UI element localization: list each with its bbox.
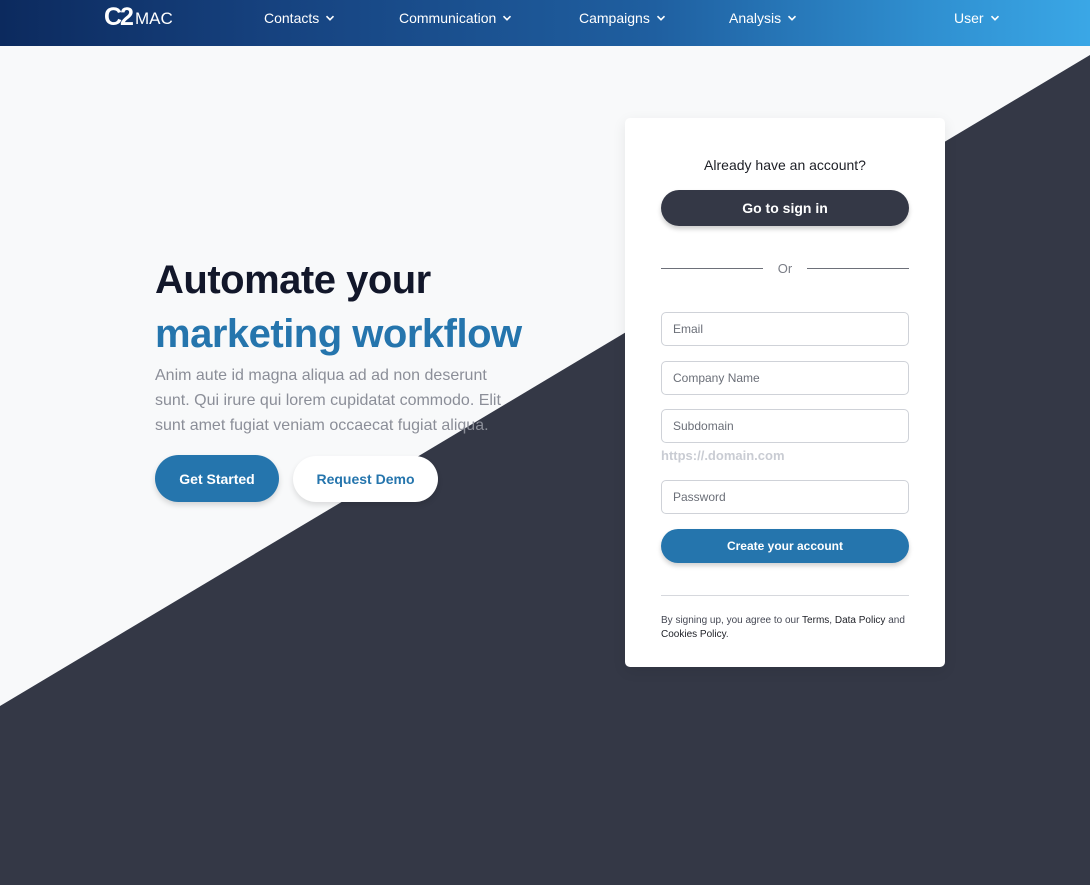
nav-user[interactable]: User: [954, 9, 1000, 27]
terms-link[interactable]: Terms: [802, 615, 829, 626]
nav-communication-label: Communication: [399, 10, 497, 26]
top-navbar: C2 MAC Contacts Communication Campaigns …: [0, 0, 1090, 46]
nav-analysis-label: Analysis: [729, 10, 782, 26]
logo[interactable]: C2 MAC: [104, 3, 173, 31]
logo-text: MAC: [134, 9, 173, 28]
company-name-field[interactable]: [661, 361, 909, 395]
logo-mark: C2: [104, 3, 134, 31]
request-demo-button[interactable]: Request Demo: [293, 456, 438, 502]
password-field[interactable]: [661, 480, 909, 514]
subdomain-field[interactable]: [661, 409, 909, 443]
subdomain-hint: https://.domain.com: [661, 448, 785, 463]
card-divider: [661, 595, 909, 596]
nav-user-label: User: [954, 10, 984, 26]
hero-title-line2: marketing workflow: [155, 312, 522, 356]
hero-lead-text: Anim aute id magna aliqua ad ad non dese…: [155, 367, 501, 434]
hero-title-line1: Automate your: [155, 258, 431, 302]
terms-and: and: [888, 615, 905, 626]
email-field[interactable]: [661, 312, 909, 346]
nav-campaigns[interactable]: Campaigns: [579, 9, 666, 27]
chevron-down-icon: [656, 15, 665, 21]
chevron-down-icon: [788, 15, 797, 21]
chevron-down-icon: [326, 15, 335, 21]
chevron-down-icon: [990, 15, 999, 21]
chevron-down-icon: [503, 15, 512, 21]
nav-contacts[interactable]: Contacts: [264, 9, 335, 27]
go-to-sign-in-button[interactable]: Go to sign in: [661, 190, 909, 226]
terms-prefix: By signing up, you agree to our: [661, 615, 800, 626]
create-account-button[interactable]: Create your account: [661, 529, 909, 563]
or-divider-right: [807, 268, 909, 269]
get-started-button[interactable]: Get Started: [155, 455, 279, 502]
cookies-policy-link[interactable]: Cookies Policy: [661, 629, 726, 640]
data-policy-link[interactable]: Data Policy: [835, 615, 886, 626]
signup-card: Already have an account? Go to sign in O…: [625, 118, 945, 667]
nav-contacts-label: Contacts: [264, 10, 320, 26]
terms-text: By signing up, you agree to our Terms, D…: [661, 615, 905, 640]
nav-analysis[interactable]: Analysis: [729, 9, 797, 27]
nav-campaigns-label: Campaigns: [579, 10, 650, 26]
already-account-text: Already have an account?: [704, 157, 866, 173]
nav-communication[interactable]: Communication: [399, 9, 512, 27]
